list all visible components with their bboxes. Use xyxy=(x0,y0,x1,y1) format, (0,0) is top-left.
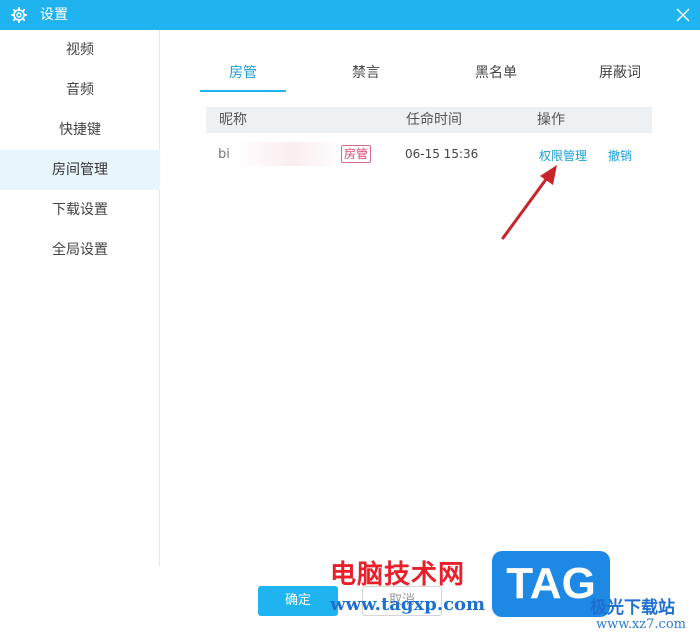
column-header-appointed-time: 任命时间 xyxy=(406,112,462,128)
watermark-url: www.tagxp.com xyxy=(330,594,486,615)
sidebar-item-download-settings[interactable]: 下载设置 xyxy=(0,190,160,230)
sidebar-item-audio[interactable]: 音频 xyxy=(0,70,160,110)
annotation-arrow-icon xyxy=(501,165,557,240)
sidebar-item-video[interactable]: 视频 xyxy=(0,30,160,70)
close-icon[interactable] xyxy=(676,8,690,22)
sidebar-item-global-settings[interactable]: 全局设置 xyxy=(0,230,160,270)
watermark-site-name: 极光下载站 xyxy=(590,598,675,618)
watermark-text: 电脑技术网 xyxy=(330,560,466,590)
settings-sidebar: 视频 音频 快捷键 房间管理 下载设置 全局设置 xyxy=(0,30,160,566)
sidebar-item-room-management[interactable]: 房间管理 xyxy=(0,150,160,190)
confirm-button[interactable]: 确定 xyxy=(258,586,338,616)
room-management-tabs: 房管 禁言 黑名单 屏蔽词 xyxy=(200,58,660,94)
revoke-link[interactable]: 撤销 xyxy=(608,147,632,164)
room-admin-badge: 房管 xyxy=(341,145,372,163)
watermark-site-url: www.xz7.com xyxy=(596,617,686,632)
tab-room-admins[interactable]: 房管 xyxy=(200,58,286,92)
active-tab-indicator xyxy=(200,90,286,92)
admin-nickname: bi xyxy=(218,147,230,162)
admin-table-header: 昵称 任命时间 操作 xyxy=(206,107,652,133)
gear-icon xyxy=(11,7,27,23)
tab-mute[interactable]: 禁言 xyxy=(332,58,400,92)
table-row: bi 房管 06-15 15:36 权限管理 撤销 xyxy=(206,140,652,170)
sidebar-item-shortcuts[interactable]: 快捷键 xyxy=(0,110,160,150)
tab-blocked-words[interactable]: 屏蔽词 xyxy=(586,58,654,92)
column-header-nickname: 昵称 xyxy=(219,112,247,128)
nickname-blur-mask xyxy=(236,142,346,166)
appointed-time: 06-15 15:36 xyxy=(405,147,479,161)
title-bar: 设置 xyxy=(0,0,700,30)
tab-blacklist[interactable]: 黑名单 xyxy=(462,58,530,92)
window-title: 设置 xyxy=(40,7,68,23)
column-header-actions: 操作 xyxy=(537,112,565,128)
